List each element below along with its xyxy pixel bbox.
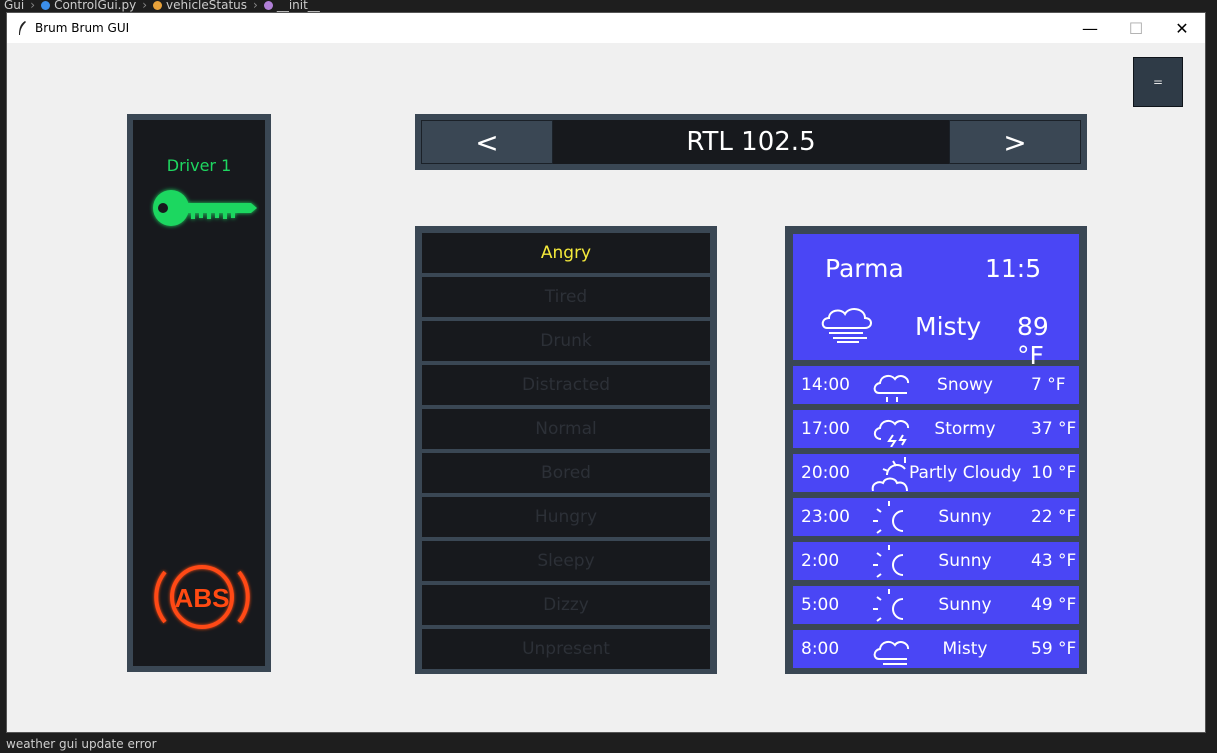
forecast-time: 20:00 [801, 463, 850, 483]
abs-label: ABS [175, 583, 230, 613]
key-icon [153, 190, 257, 226]
forecast-row: 2:00 Sunny 43 °F [793, 542, 1079, 580]
forecast-condition: Partly Cloudy [909, 463, 1022, 483]
maximize-button[interactable]: ☐ [1113, 13, 1159, 43]
radio-prev-button[interactable]: < [421, 120, 553, 164]
weather-condition: Misty [915, 312, 982, 341]
partly-cloudy-icon [871, 457, 908, 491]
mood-item-angry[interactable]: Angry [422, 233, 710, 273]
forecast-temperature: 10 °F [1031, 463, 1077, 483]
forecast-temperature: 49 °F [1031, 595, 1077, 615]
forecast-condition: Sunny [938, 551, 992, 571]
forecast-time: 2:00 [801, 551, 840, 571]
forecast-temperature: 7 °F [1031, 375, 1066, 395]
forecast-row: 23:00 Sunny 22 °F [793, 498, 1079, 536]
driver-panel-inner: Driver 1 ABS [133, 120, 265, 666]
editor-breadcrumb: Gui › ControlGui.py › vehicleStatus › __init__ [0, 0, 1217, 12]
title-bar[interactable]: Brum Brum GUI — ☐ ✕ [7, 13, 1205, 43]
mood-item-dizzy[interactable]: Dizzy [422, 585, 710, 625]
weather-time: 11:5 [985, 254, 1042, 283]
sun-icon [873, 589, 904, 622]
chevron-right-icon: › [142, 0, 148, 12]
forecast-condition: Stormy [934, 419, 996, 439]
forecast-temperature: 59 °F [1031, 639, 1077, 659]
forecast-time: 5:00 [801, 595, 840, 615]
breadcrumb-item[interactable]: __init__ [277, 0, 320, 12]
abs-warning-icon: ABS [154, 565, 250, 629]
driver-panel: Driver 1 ABS [127, 114, 271, 672]
chevron-right-icon: › [253, 0, 258, 12]
mood-item-distracted[interactable]: Distracted [422, 365, 710, 405]
current-weather: Parma 11:5 Misty 89 °F [793, 234, 1079, 370]
fog-icon [821, 308, 872, 343]
class-icon [153, 1, 163, 10]
mood-item-bored[interactable]: Bored [422, 453, 710, 493]
mood-item-hungry[interactable]: Hungry [422, 497, 710, 537]
driver-label: Driver 1 [166, 156, 232, 175]
forecast-row: 20:00 Partly Cloudy 10 °F [793, 454, 1079, 492]
breadcrumb-item[interactable]: Gui [4, 0, 24, 12]
forecast-temperature: 43 °F [1031, 551, 1077, 571]
method-icon [263, 1, 273, 10]
weather-panel: Parma 11:5 Misty 89 °F 14:00 Snowy 7 °F … [785, 226, 1087, 674]
snow-icon [873, 374, 910, 402]
weather-temperature: 89 °F [1017, 312, 1049, 370]
menu-button[interactable]: = [1133, 57, 1183, 107]
chevron-right-icon: › [30, 0, 36, 12]
forecast-row: 14:00 Snowy 7 °F [793, 366, 1079, 404]
app-window: Brum Brum GUI — ☐ ✕ = Driver 1 ABS < RTL… [6, 12, 1206, 733]
radio-next-button[interactable]: > [949, 120, 1081, 164]
forecast-row: 17:00 Stormy 37 °F [793, 410, 1079, 448]
forecast-row: 8:00 Misty 59 °F [793, 630, 1079, 668]
forecast-time: 14:00 [801, 375, 850, 395]
close-button[interactable]: ✕ [1159, 13, 1205, 43]
forecast-condition: Misty [942, 639, 988, 659]
python-icon [41, 1, 51, 10]
forecast-condition: Snowy [937, 375, 993, 395]
forecast-condition: Sunny [938, 507, 992, 527]
mood-item-normal[interactable]: Normal [422, 409, 710, 449]
breadcrumb-item[interactable]: vehicleStatus [166, 0, 247, 12]
feather-icon [19, 21, 26, 35]
weather-city: Parma [825, 254, 904, 283]
minimize-button[interactable]: — [1067, 13, 1113, 43]
fog-icon [873, 640, 910, 665]
editor-status-line: weather gui update error [0, 733, 1217, 753]
radio-panel: < RTL 102.5 > [415, 114, 1087, 170]
mood-panel: Angry Tired Drunk Distracted Normal Bore… [415, 226, 717, 674]
mood-item-sleepy[interactable]: Sleepy [422, 541, 710, 581]
forecast-time: 23:00 [801, 507, 850, 527]
forecast-temperature: 37 °F [1031, 419, 1077, 439]
forecast-time: 17:00 [801, 419, 850, 439]
forecast-time: 8:00 [801, 639, 840, 659]
forecast-condition: Sunny [938, 595, 992, 615]
mood-item-unpresent[interactable]: Unpresent [422, 629, 710, 669]
sun-icon [873, 501, 904, 534]
breadcrumb-item[interactable]: ControlGui.py [54, 0, 136, 12]
sun-icon [873, 545, 904, 578]
editor-right-edge [1206, 12, 1217, 733]
forecast-temperature: 22 °F [1031, 507, 1077, 527]
mood-item-drunk[interactable]: Drunk [422, 321, 710, 361]
window-title: Brum Brum GUI [35, 21, 130, 35]
mood-item-tired[interactable]: Tired [422, 277, 710, 317]
forecast-row: 5:00 Sunny 49 °F [793, 586, 1079, 624]
storm-icon [873, 419, 910, 447]
radio-station-display: RTL 102.5 [553, 120, 949, 164]
